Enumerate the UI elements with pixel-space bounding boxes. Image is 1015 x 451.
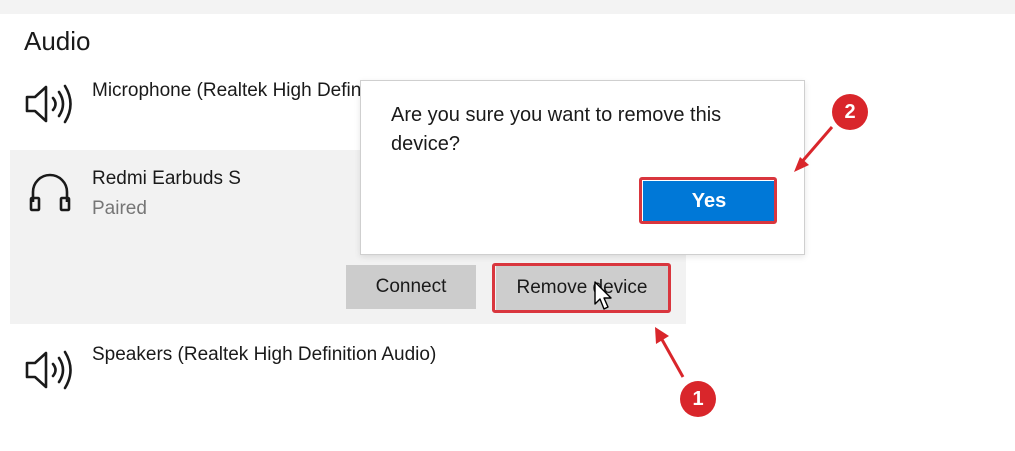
arrow-to-remove-icon xyxy=(655,327,685,378)
speaker-icon xyxy=(25,350,72,390)
device-name: Redmi Earbuds S xyxy=(92,168,241,189)
connect-button[interactable]: Connect xyxy=(346,265,476,309)
confirm-remove-dialog: Are you sure you want to remove this dev… xyxy=(360,80,805,255)
speaker-icon xyxy=(25,84,72,124)
section-title: Audio xyxy=(24,26,91,56)
remove-highlight-box xyxy=(492,263,671,313)
headphones-icon xyxy=(29,173,71,212)
device-status: Paired xyxy=(92,198,147,219)
device-name: Speakers (Realtek High Definition Audio) xyxy=(92,344,437,365)
step-2-badge: 2 xyxy=(832,94,868,130)
mouse-cursor-icon xyxy=(594,281,612,310)
step-1-badge: 1 xyxy=(680,381,716,417)
top-strip xyxy=(0,0,1015,14)
yes-highlight-box xyxy=(639,177,777,224)
dialog-message: Are you sure you want to remove this dev… xyxy=(391,104,722,155)
